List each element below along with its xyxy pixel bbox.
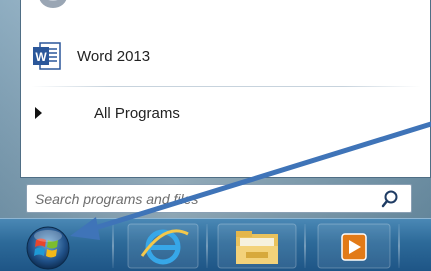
windows-logo-icon (26, 226, 70, 270)
taskbar-button-media-player[interactable] (316, 222, 392, 270)
search-input[interactable] (27, 185, 379, 212)
all-programs-label: All Programs (94, 104, 180, 122)
triangle-right-icon (35, 107, 42, 119)
program-icon (39, 0, 67, 8)
word-icon: W (31, 40, 63, 72)
start-menu-item-word[interactable]: W Word 2013 (31, 36, 331, 76)
start-menu-panel: W Word 2013 All Programs (20, 0, 431, 178)
menu-separator (31, 86, 421, 87)
folder-icon (217, 223, 297, 269)
search-box[interactable] (26, 184, 412, 213)
start-menu-item-label: Word 2013 (77, 47, 151, 65)
taskbar-divider (206, 224, 208, 268)
svg-text:W: W (35, 50, 47, 64)
recent-program-icon-partial[interactable] (33, 0, 73, 14)
taskbar-button-internet-explorer[interactable] (126, 222, 200, 270)
taskbar-divider (304, 224, 306, 268)
all-programs-button[interactable]: All Programs (31, 96, 331, 130)
media-player-icon (317, 223, 391, 269)
taskbar-divider (112, 224, 114, 268)
internet-explorer-icon (127, 223, 199, 269)
start-button[interactable] (20, 222, 76, 270)
taskbar-divider (398, 224, 400, 268)
search-icon[interactable] (379, 188, 401, 210)
taskbar-button-file-explorer[interactable] (216, 222, 298, 270)
